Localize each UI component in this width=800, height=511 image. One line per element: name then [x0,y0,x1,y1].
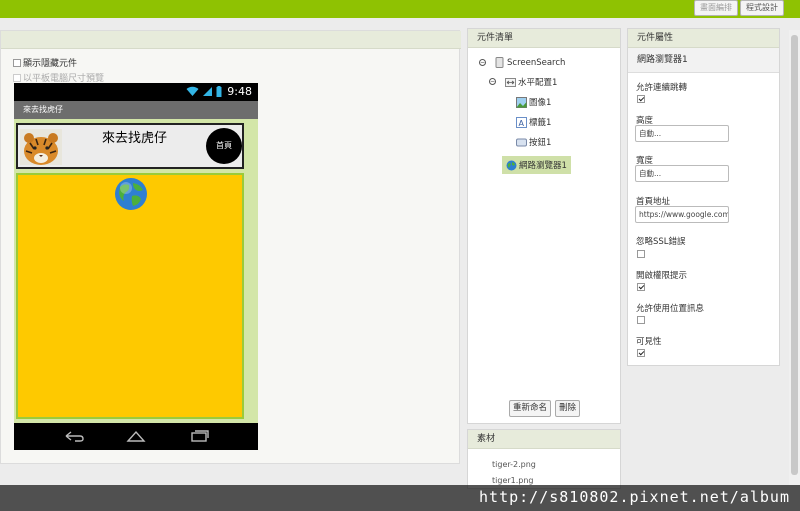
webviewer-icon [506,160,517,170]
permission-prompt-checkbox[interactable] [637,283,645,291]
collapse-toggle-arrangement[interactable]: − [489,78,496,85]
allow-nav-label: 允許連續跳轉 [636,83,688,93]
show-hidden-checkbox[interactable] [13,58,21,67]
back-icon [65,431,84,442]
media-item[interactable]: tiger1.png [492,476,534,485]
properties-panel: 元件屬性 網路瀏覽器1 允許連續跳轉 高度 自動... 寬度 自動... 首頁地… [627,28,780,366]
visible-checkbox[interactable] [637,349,645,357]
label-icon: A [516,116,527,128]
tree-item-label-component[interactable]: A 標籤1 [516,116,551,128]
home-icon [126,430,146,442]
ignore-ssl-checkbox[interactable] [637,250,645,258]
tree-item-screen[interactable]: ScreenSearch [494,57,565,68]
collapse-toggle-screen[interactable]: − [479,59,486,66]
signal-icon [203,87,212,96]
globe-icon [115,178,147,210]
media-panel: 素材 tiger-2.png tiger1.png [467,429,621,489]
tree-item-label: 標籤1 [529,118,552,128]
tree-item-button[interactable]: 按鈕1 [516,136,551,148]
width-field[interactable]: 自動... [635,165,729,182]
tree-item-label: 按鈕1 [529,138,552,148]
home-button-component[interactable]: 首頁 [206,128,242,164]
top-toolbar: 畫面編排 程式設計 [0,0,800,18]
tree-item-label: ScreenSearch [507,57,566,68]
nav-bar [14,423,258,450]
properties-title: 元件屬性 [628,29,779,48]
tree-item-label: 網路瀏覽器1 [519,161,567,171]
label-component[interactable]: 來去找虎仔 [102,127,167,146]
location-label: 允許使用位置訊息 [636,304,705,314]
viewer-header [1,31,461,49]
ignore-ssl-label: 忽略SSL錯誤 [636,237,686,247]
watermark-band: http://s810802.pixnet.net/album [0,485,800,511]
recent-apps-icon [191,430,209,442]
watermark-text: http://s810802.pixnet.net/album [479,488,790,506]
visible-label: 可見性 [636,337,662,347]
horizontal-arrangement-component[interactable]: 來去找虎仔 首頁 [16,123,244,169]
height-field[interactable]: 自動... [635,125,729,142]
delete-button[interactable]: 刪除 [555,400,581,417]
status-bar: 9:48 [14,83,258,101]
show-hidden-label: 顯示隱藏元件 [23,59,78,69]
tree-item-label: 水平配置1 [518,78,558,88]
status-time: 9:48 [227,85,252,98]
screen-canvas: 來去找虎仔 首頁 [14,119,258,423]
screen-title: 來去找虎仔 [14,101,258,119]
webviewer-component[interactable] [16,173,244,419]
tree-item-image[interactable]: 圖像1 [516,96,551,108]
allow-nav-checkbox[interactable] [637,95,645,103]
status-icons [186,86,222,97]
battery-icon [216,86,222,97]
rename-button[interactable]: 重新命名 [509,400,552,417]
tree-item-label: 圖像1 [529,98,552,108]
wifi-icon [186,86,199,96]
scrollbar-thumb[interactable] [791,35,798,475]
media-title: 素材 [468,430,620,449]
horizontal-arrangement-icon [505,77,516,87]
components-panel: 元件清單 − ScreenSearch − 水平配置1 圖像1 A 標籤1 按鈕… [467,28,621,424]
components-title: 元件清單 [468,29,620,48]
blocks-button[interactable]: 程式設計 [740,0,784,16]
show-hidden-row[interactable]: 顯示隱藏元件 [13,56,77,69]
phone-preview: 9:48 來去找虎仔 來去找虎仔 首頁 [14,83,258,450]
home-url-field[interactable]: https://www.google.com/m [635,206,729,223]
tablet-preview-checkbox[interactable] [13,73,21,82]
screen-icon [495,57,504,68]
designer-button[interactable]: 畫面編排 [694,0,738,16]
tiger-icon[interactable] [20,129,62,165]
svg-text:A: A [519,119,525,128]
permission-prompt-label: 開啟權限提示 [636,271,688,281]
media-item[interactable]: tiger-2.png [492,460,536,469]
tree-item-horizontal-arrangement[interactable]: 水平配置1 [505,76,557,88]
selected-component-name: 網路瀏覽器1 [628,48,779,73]
page-scrollbar[interactable] [789,30,800,485]
button-icon [516,138,527,146]
location-checkbox[interactable] [637,316,645,324]
tree-item-webviewer[interactable]: 網路瀏覽器1 [502,156,571,174]
image-icon [516,96,527,108]
